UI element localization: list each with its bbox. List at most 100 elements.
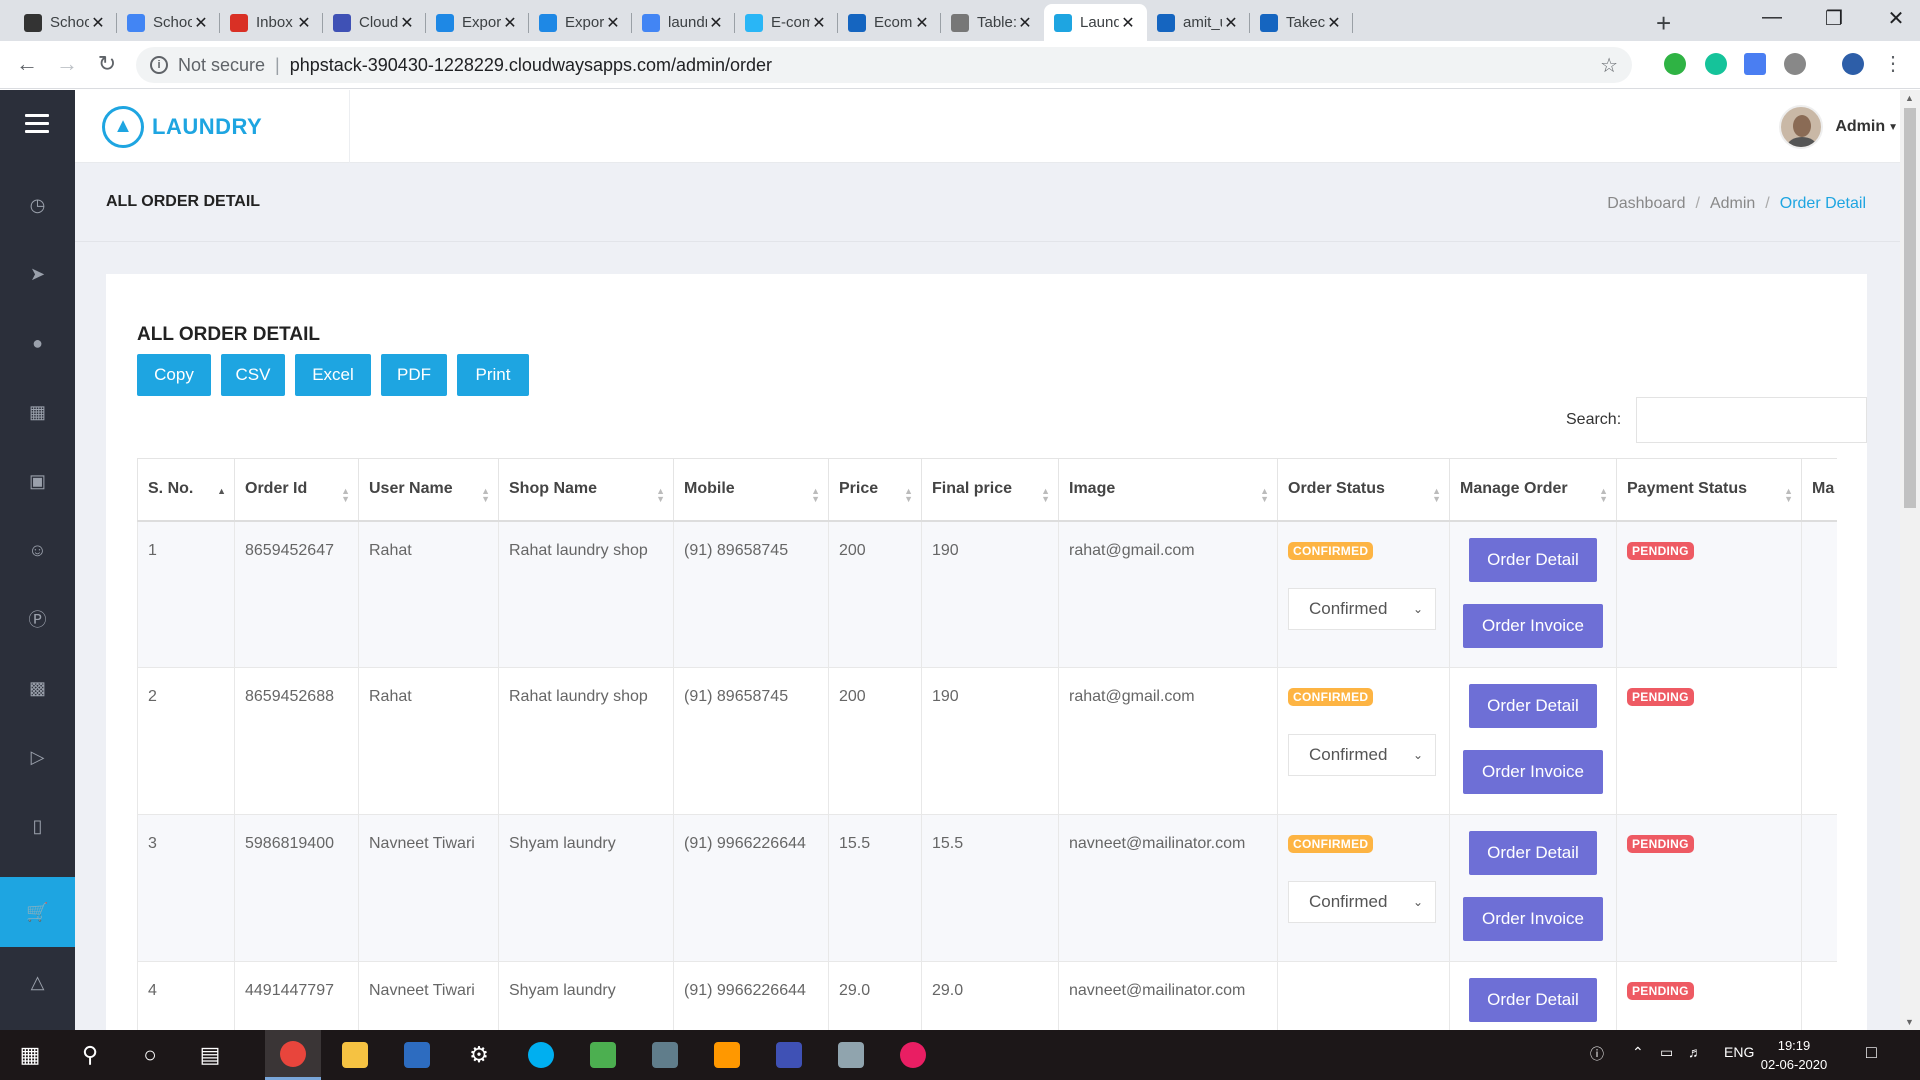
scroll-down-icon[interactable]: ▼ [1905,1017,1914,1027]
volume-icon[interactable]: ♬ [1688,1044,1702,1060]
sidebar-p-icon[interactable]: Ⓟ [0,591,75,647]
order-detail-button[interactable]: Order Detail [1469,831,1597,875]
language-indicator[interactable]: ENG [1724,1044,1754,1060]
close-window-button[interactable]: ✕ [1876,6,1916,31]
avatar[interactable] [1779,105,1824,149]
url-text[interactable]: phpstack-390430-1228229.cloudwaysapps.co… [290,55,772,76]
breadcrumb-dashboard[interactable]: Dashboard [1607,195,1685,212]
browser-tab[interactable]: Export✕ [529,4,632,41]
page-scrollbar[interactable]: ▲ ▼ [1900,90,1920,1030]
search-icon[interactable]: ⚲ [62,1030,118,1080]
extension-link-icon[interactable] [1784,53,1806,75]
browser-tab[interactable]: School✕ [14,4,117,41]
sort-icon[interactable]: ▲ ▼ [1599,487,1608,504]
browser-tab[interactable]: Table: ✕ [941,4,1044,41]
tab-close-icon[interactable]: ✕ [398,13,416,33]
sort-icon[interactable]: ▲ [217,487,226,496]
order-invoice-button[interactable]: Order Invoice [1463,603,1603,648]
column-header[interactable]: Payment Status ▲ ▼ [1616,458,1802,522]
tab-close-icon[interactable]: ✕ [295,13,313,33]
sidebar-dashboard-icon[interactable]: ◷ [0,177,75,233]
profile-icon[interactable] [1842,53,1864,75]
app-windows-icon[interactable] [637,1030,693,1080]
user-name[interactable]: Admin [1835,118,1885,136]
settings-gear-icon[interactable]: ⚙ [451,1030,507,1080]
browser-tab[interactable]: Laund ✕ [1044,4,1147,41]
search-input[interactable] [1636,397,1867,443]
order-invoice-button[interactable]: Order Invoice [1463,750,1603,794]
itunes-icon[interactable] [885,1030,941,1080]
sort-icon[interactable]: ▲ ▼ [1432,487,1441,504]
column-header[interactable]: User Name ▲ ▼ [358,458,499,522]
excel-button[interactable]: Excel [295,354,371,396]
sidebar-send-icon[interactable]: ➤ [0,246,75,302]
browser-tab[interactable]: School✕ [117,4,220,41]
sort-icon[interactable]: ▲ ▼ [811,487,820,504]
order-status-select[interactable]: Confirmed ⌄ [1288,587,1436,630]
taskbar-clock[interactable]: 19:19 02-06-2020 [1754,1036,1834,1074]
sublime-text-icon[interactable] [699,1030,755,1080]
app-network-icon[interactable] [761,1030,817,1080]
sidebar-add-user-icon[interactable]: ☺ [0,522,75,578]
sort-icon[interactable]: ▲ ▼ [904,487,913,504]
column-header[interactable]: Price ▲ ▼ [828,458,922,522]
column-header[interactable]: Order Id ▲ ▼ [234,458,359,522]
tab-close-icon[interactable]: ✕ [604,13,622,33]
breadcrumb-admin[interactable]: Admin [1710,195,1755,212]
sidebar-bell-icon[interactable]: △ [0,954,75,1010]
chevron-down-icon[interactable]: ▼ [1888,122,1898,133]
column-header[interactable]: Manage Order ▲ ▼ [1449,458,1617,522]
user-menu[interactable]: Admin ▼ [1779,105,1898,149]
chrome-taskbar-icon[interactable] [265,1030,321,1080]
browser-menu-icon[interactable]: ⋮ [1878,51,1908,76]
scroll-up-icon[interactable]: ▲ [1905,93,1914,103]
sidebar-table-icon[interactable]: ▦ [0,384,75,440]
print-button[interactable]: Print [457,354,529,396]
info-icon[interactable]: i [150,56,168,74]
tab-close-icon[interactable]: ✕ [1222,13,1240,33]
column-header[interactable]: Order Status ▲ ▼ [1277,458,1450,522]
file-explorer-icon[interactable] [327,1030,383,1080]
maximize-button[interactable]: ❐ [1814,6,1854,31]
hamburger-menu-icon[interactable] [25,114,49,138]
column-header[interactable]: Ma [1801,458,1837,522]
order-status-select[interactable]: Confirmed ⌄ [1288,734,1436,776]
browser-tab[interactable]: Takeca✕ [1250,4,1353,41]
csv-button[interactable]: CSV [221,354,285,396]
app-lx-icon[interactable] [389,1030,445,1080]
scrollbar-thumb[interactable] [1904,108,1916,508]
app-document-icon[interactable] [823,1030,879,1080]
extension-grammarly-icon[interactable] [1705,53,1727,75]
back-icon[interactable]: ← [12,51,42,77]
sort-icon[interactable]: ▲ ▼ [656,487,665,504]
sort-icon[interactable]: ▲ ▼ [481,487,490,504]
browser-tab[interactable]: amit_u✕ [1147,4,1250,41]
sort-icon[interactable]: ▲ ▼ [1260,487,1269,504]
sort-icon[interactable]: ▲ ▼ [1041,487,1050,504]
tab-close-icon[interactable]: ✕ [89,13,107,33]
tab-close-icon[interactable]: ✕ [1119,13,1137,33]
order-status-select[interactable]: Confirmed ⌄ [1288,881,1436,923]
sort-icon[interactable]: ▲ ▼ [1784,487,1793,504]
copy-button[interactable]: Copy [137,354,211,396]
app-green-icon[interactable] [575,1030,631,1080]
tab-close-icon[interactable]: ✕ [810,13,828,33]
tab-close-icon[interactable]: ✕ [501,13,519,33]
sidebar-receipt-icon[interactable]: ▯ [0,798,75,854]
browser-tab[interactable]: Cloudw✕ [323,4,426,41]
column-header[interactable]: Image ▲ ▼ [1058,458,1278,522]
network-icon[interactable]: ▭ [1660,1044,1673,1061]
order-invoice-button[interactable]: Order Invoice [1463,897,1603,941]
extension-tv-icon[interactable] [1664,53,1686,75]
order-detail-button[interactable]: Order Detail [1469,978,1597,1022]
column-header[interactable]: Final price ▲ ▼ [921,458,1059,522]
omnibox[interactable]: i Not secure | phpstack-390430-1228229.c… [136,47,1632,83]
forward-icon[interactable]: → [52,51,82,77]
column-header[interactable]: Mobile ▲ ▼ [673,458,829,522]
tab-close-icon[interactable]: ✕ [1016,13,1034,33]
browser-tab[interactable]: laundr ✕ [632,4,735,41]
skype-icon[interactable] [513,1030,569,1080]
sidebar-cart-icon[interactable]: 🛒 [0,877,75,947]
sidebar-tag-icon[interactable]: ▷ [0,729,75,785]
task-view-icon[interactable]: ▤ [182,1030,238,1080]
